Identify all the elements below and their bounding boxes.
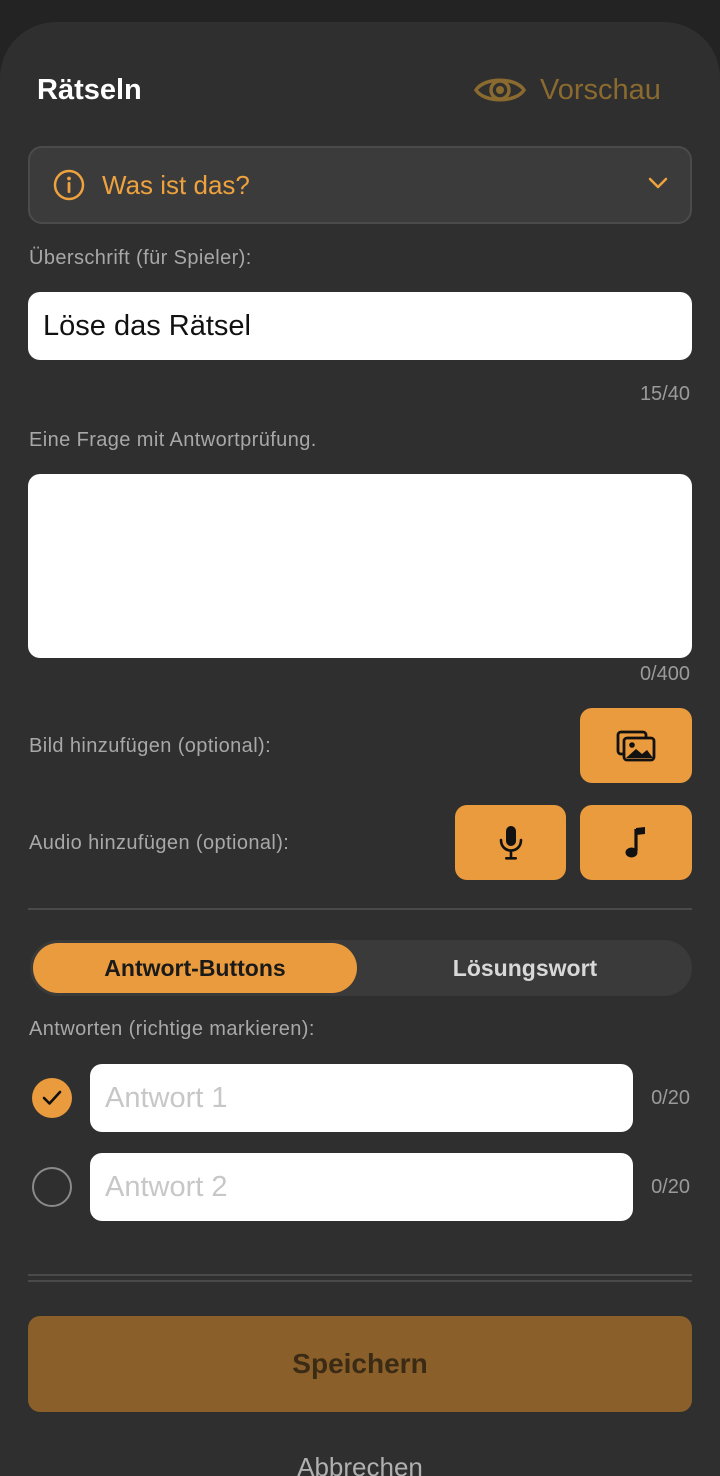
tab-answer-buttons[interactable]: Antwort-Buttons (33, 943, 357, 993)
answer-2-correct-checkbox[interactable] (32, 1167, 72, 1207)
preview-label: Vorschau (540, 73, 661, 106)
answer-1-correct-checkbox[interactable] (32, 1078, 72, 1118)
section-divider (28, 908, 692, 910)
footer-divider-bottom (28, 1280, 692, 1282)
type-dropdown[interactable]: Was ist das? (28, 146, 692, 224)
heading-input[interactable]: Löse das Rätsel (28, 292, 692, 360)
type-dropdown-value: Was ist das? (102, 169, 250, 200)
answer-1-placeholder: Antwort 1 (105, 1081, 228, 1114)
answer-2-placeholder: Antwort 2 (105, 1170, 228, 1203)
answer-2-counter: 0/20 (651, 1176, 690, 1198)
question-label: Eine Frage mit Antwortprüfung. (29, 429, 317, 451)
music-note-icon (625, 826, 645, 857)
add-image-button[interactable] (580, 708, 692, 783)
record-audio-button[interactable] (455, 805, 566, 880)
image-label: Bild hinzufügen (optional): (29, 735, 272, 757)
audio-label: Audio hinzufügen (optional): (29, 832, 290, 854)
microphone-icon (499, 825, 522, 860)
checkmark-icon (42, 1090, 62, 1105)
info-icon (53, 169, 85, 201)
answer-2-input[interactable]: Antwort 2 (90, 1153, 633, 1221)
answer-mode-tabs: Antwort-Buttons Lösungswort (30, 940, 692, 996)
page-title: Rätseln (37, 74, 142, 106)
cancel-button[interactable]: Abbrechen (0, 1452, 720, 1476)
question-textarea[interactable] (28, 474, 692, 658)
preview-button[interactable]: Vorschau (474, 70, 661, 110)
save-button[interactable]: Speichern (28, 1316, 692, 1412)
heading-counter: 15/40 (639, 383, 690, 405)
eye-icon (474, 78, 526, 102)
editor-sheet: Rätseln Vorschau Was ist das? Überschrif… (0, 22, 720, 1476)
question-counter: 0/400 (639, 663, 690, 685)
answer-1-input[interactable]: Antwort 1 (90, 1064, 633, 1132)
tab-solution-word[interactable]: Lösungswort (360, 943, 690, 993)
answers-label: Antworten (richtige markieren): (29, 1018, 315, 1040)
answer-1-counter: 0/20 (651, 1087, 690, 1109)
add-audio-file-button[interactable] (580, 805, 692, 880)
heading-label: Überschrift (für Spieler): (29, 247, 252, 269)
image-gallery-icon (616, 730, 656, 761)
footer-divider-top (28, 1274, 692, 1276)
heading-input-value: Löse das Rätsel (43, 309, 251, 342)
chevron-down-icon (648, 177, 668, 189)
